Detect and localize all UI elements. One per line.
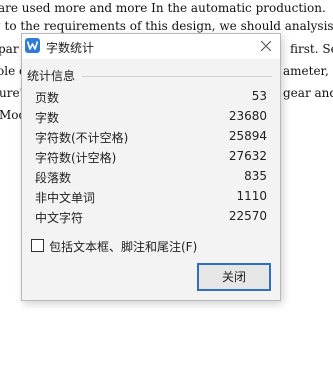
stat-label: 页数 [35, 91, 60, 105]
stat-label: 中文字符 [35, 211, 84, 225]
close-button[interactable]: 关闭 [197, 263, 271, 291]
close-icon[interactable] [256, 36, 276, 56]
stat-value: 22570 [228, 209, 267, 223]
stat-label: 字符数(不计空格) [35, 131, 129, 145]
stat-label: 非中文单词 [35, 191, 96, 205]
group-label: 统计信息 [27, 67, 79, 84]
stat-row-chars-no-spaces: 字符数(不计空格) 25894 [35, 127, 267, 147]
stat-row-words: 字数 23680 [35, 107, 267, 127]
document-line: gear and the [283, 86, 333, 100]
stat-value: 53 [251, 89, 267, 103]
stat-value: 23680 [228, 109, 267, 123]
stat-value: 835 [244, 169, 267, 183]
wps-writer-icon [25, 38, 40, 53]
stat-label: 段落数 [35, 171, 72, 185]
dialog-title: 字数统计 [46, 41, 95, 55]
stat-row-non-chinese-words: 非中文单词 1110 [35, 187, 267, 207]
group-divider [82, 76, 272, 77]
include-textbox-checkbox[interactable] [31, 239, 44, 252]
document-line: ameter, and [283, 64, 333, 78]
stat-value: 27632 [228, 149, 267, 163]
stat-row-chinese-chars: 中文字符 22570 [35, 207, 267, 227]
document-line: first. Secon [290, 42, 333, 56]
stat-value: 1110 [236, 189, 267, 203]
stat-row-pages: 页数 53 [35, 87, 267, 107]
stat-label: 字数 [35, 111, 60, 125]
stats-list: 页数 53 字数 23680 字符数(不计空格) 25894 字符数(计空格) … [35, 87, 267, 227]
stat-row-paragraphs: 段落数 835 [35, 167, 267, 187]
dialog-titlebar[interactable]: 字数统计 [22, 34, 280, 59]
word-count-dialog: 字数统计 统计信息 页数 53 字数 23680 字符数(不计空格) 25894… [21, 33, 281, 301]
document-line: par [0, 42, 19, 56]
stat-value: 25894 [228, 129, 267, 143]
include-textbox-label[interactable]: 包括文本框、脚注和尾注(F) [49, 238, 197, 255]
stat-label: 字符数(计空格) [35, 151, 117, 165]
stat-row-chars-with-spaces: 字符数(计空格) 27632 [35, 147, 267, 167]
